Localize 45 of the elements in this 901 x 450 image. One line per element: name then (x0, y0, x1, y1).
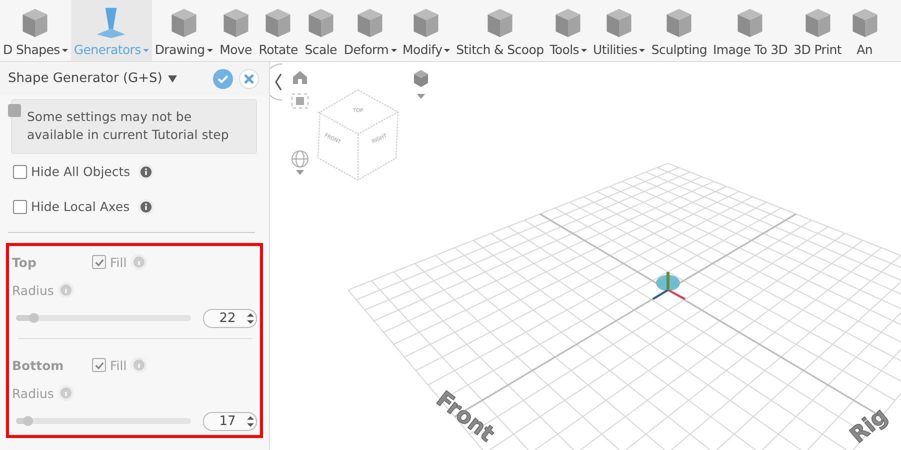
info-icon[interactable] (138, 198, 154, 214)
radius-label: Radius (12, 386, 54, 400)
info-icon (8, 104, 21, 117)
toolbar-button[interactable]: Stitch & Scoop (453, 0, 547, 61)
info-icon[interactable] (138, 164, 154, 180)
toolbar-button[interactable]: Move (216, 0, 256, 61)
toolbar-button[interactable]: Sculpting (648, 0, 710, 61)
checkbox[interactable] (13, 200, 27, 214)
section-title: Bottom (12, 358, 65, 372)
globe-icon[interactable] (292, 150, 308, 168)
toolbar-button[interactable]: Tools (546, 0, 590, 61)
toolbar-button[interactable]: Image To 3D (710, 0, 791, 61)
cube-view-icon[interactable] (414, 70, 428, 87)
radius-label: Radius (12, 282, 54, 298)
toolbar-button[interactable]: Scale (300, 0, 341, 61)
toolbar-button[interactable]: 3D Print (790, 0, 844, 61)
toolbar-button[interactable]: Deform (340, 0, 400, 61)
toolbar-button[interactable]: Modify (400, 0, 454, 61)
chevron-left-icon[interactable] (275, 74, 282, 90)
gizmo-drawing (652, 272, 686, 300)
panel-title: Shape Generator (G+S) (8, 71, 162, 86)
home-icon[interactable] (293, 71, 307, 84)
notice-text: Some settings may not be available in current Tutorial step (27, 108, 230, 144)
close-button[interactable] (239, 68, 259, 88)
toolbar-button[interactable]: Rotate (256, 0, 301, 61)
fill-label: Fill (110, 358, 127, 372)
floor-label: Rig (846, 404, 893, 449)
toolbar-button[interactable]: Drawing (152, 0, 216, 61)
toolbar-button[interactable]: An (844, 0, 884, 61)
confirm-button[interactable] (213, 68, 233, 88)
checkmark-icon (94, 256, 104, 268)
option-label: Hide Local Axes (31, 199, 130, 214)
toolbar-button[interactable]: D Shapes (0, 0, 71, 61)
toolbar-button[interactable]: Utilities (590, 0, 648, 61)
fill-label: Fill (110, 254, 127, 270)
checkmark-icon (94, 360, 104, 370)
caret-icon[interactable] (296, 170, 304, 175)
section-title: Top (12, 254, 38, 270)
caret-icon[interactable] (417, 94, 425, 99)
collapse-tab[interactable] (270, 64, 282, 100)
view-cube-drawing[interactable] (317, 89, 399, 181)
dropdown-triangle-icon[interactable] (168, 74, 178, 82)
fit-view-icon[interactable] (292, 94, 308, 108)
option-label: Hide All Objects (31, 164, 130, 179)
checkbox[interactable] (13, 164, 27, 178)
